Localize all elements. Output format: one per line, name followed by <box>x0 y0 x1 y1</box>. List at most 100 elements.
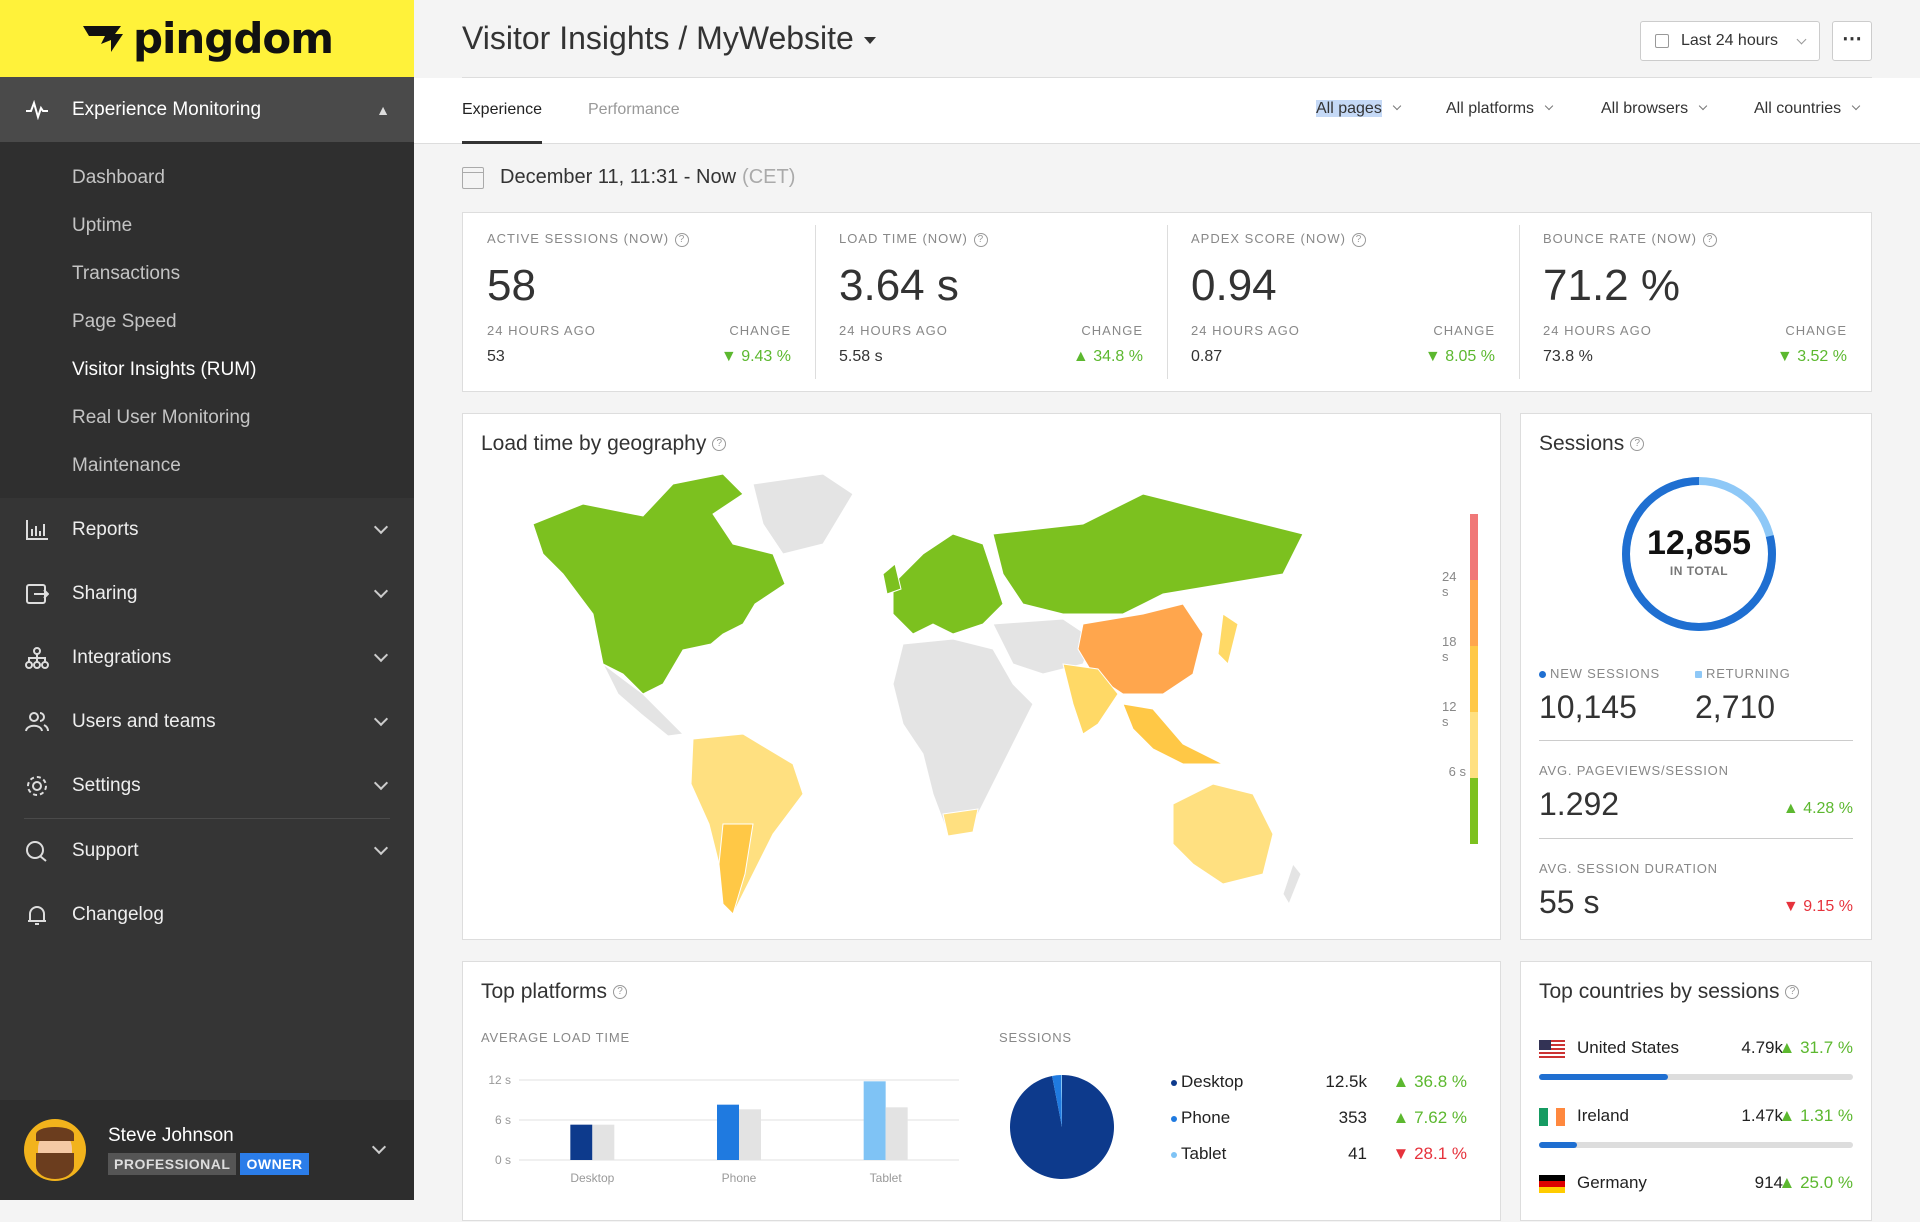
x-tick-label: Tablet <box>870 1171 903 1185</box>
germany-flag-icon <box>1539 1175 1565 1193</box>
sidebar-item-changelog[interactable]: Changelog <box>0 883 414 947</box>
legend-bar-medium <box>1470 646 1478 712</box>
plan-badge: PROFESSIONAL <box>108 1153 237 1175</box>
legend-bar-fast <box>1470 778 1478 844</box>
platform-name: Desktop <box>1181 1072 1244 1091</box>
kpi-label: BOUNCE RATE (NOW) <box>1543 231 1697 246</box>
pingdom-logo[interactable]: pingdom <box>0 0 414 77</box>
help-icon[interactable]: ? <box>613 985 628 1000</box>
kpi-prev-value: 0.87 <box>1191 348 1223 365</box>
help-icon[interactable]: ? <box>1351 232 1366 247</box>
country-share-bar <box>1539 1142 1853 1148</box>
divider <box>1539 740 1853 741</box>
sidebar-item-support[interactable]: Support <box>0 819 414 883</box>
filter-pages[interactable]: All pages <box>1316 100 1402 118</box>
bar-desktop-0 <box>570 1124 593 1160</box>
user-menu[interactable]: Steve Johnson PROFESSIONAL OWNER <box>0 1100 414 1200</box>
help-icon[interactable]: ? <box>675 232 690 247</box>
help-icon[interactable]: ? <box>712 437 727 452</box>
help-icon[interactable]: ? <box>1630 437 1645 452</box>
platform-row: Desktop 12.5k ▲ 36.8 % <box>1171 1072 1467 1108</box>
new-sessions-dot <box>1539 671 1546 679</box>
platform-change: ▲ 36.8 % <box>1392 1072 1467 1091</box>
tab-bar: Experience Performance All pages All pla… <box>414 78 1920 144</box>
more-options-button[interactable]: ⋯ <box>1832 21 1872 61</box>
sidebar-item-users-and-teams[interactable]: Users and teams <box>0 690 414 754</box>
map-greenland <box>752 473 854 555</box>
returning-label: RETURNING <box>1706 666 1791 681</box>
kpi-label: LOAD TIME (NOW) <box>839 231 968 246</box>
kpi-prev-label: 24 HOURS AGO <box>1543 323 1652 338</box>
main-content: Visitor Insights / MyWebsite Last 24 hou… <box>414 0 1920 1221</box>
map-australia <box>1172 783 1274 885</box>
filter-countries[interactable]: All countries <box>1754 100 1861 118</box>
world-map[interactable] <box>523 464 1303 924</box>
page-title[interactable]: Visitor Insights / MyWebsite <box>462 20 876 57</box>
gear-icon <box>24 773 50 799</box>
bar-phone-1 <box>739 1109 761 1160</box>
map-south-africa <box>942 808 979 837</box>
new-sessions-label: NEW SESSIONS <box>1550 666 1661 681</box>
y-tick-label: 6 s <box>495 1113 511 1127</box>
help-icon[interactable]: ? <box>1785 985 1800 1000</box>
subnav-page-speed[interactable]: Page Speed <box>0 298 414 346</box>
pageviews-label: AVG. PAGEVIEWS/SESSION <box>1539 763 1729 778</box>
country-name: United States <box>1577 1038 1680 1057</box>
sidebar-item-integrations[interactable]: Integrations <box>0 626 414 690</box>
kpi-label: APDEX SCORE (NOW) <box>1191 231 1346 246</box>
chart-icon <box>24 517 50 543</box>
filter-pages-label: All pages <box>1316 100 1382 117</box>
chevron-down-icon <box>373 840 389 856</box>
filter-platforms[interactable]: All platforms <box>1446 100 1554 118</box>
legend-tick: 12 s <box>1442 699 1457 729</box>
map-ireland-uk <box>882 563 902 595</box>
duration-label: AVG. SESSION DURATION <box>1539 861 1718 876</box>
filter-browsers[interactable]: All browsers <box>1601 100 1708 118</box>
country-share-bar <box>1539 1074 1853 1080</box>
filter-countries-label: All countries <box>1754 100 1842 117</box>
platform-name: Tablet <box>1181 1144 1227 1163</box>
kpi-label: ACTIVE SESSIONS (NOW) <box>487 231 670 246</box>
sidebar-item-sharing[interactable]: Sharing <box>0 562 414 626</box>
sidebar-item-settings[interactable]: Settings <box>0 754 414 818</box>
tab-experience[interactable]: Experience <box>462 78 543 144</box>
kpi-prev-value: 5.58 s <box>839 348 883 365</box>
brand-name: pingdom <box>132 14 334 63</box>
country-row-germany[interactable]: Germany 914 ▲ 25.0 % <box>1539 1167 1853 1217</box>
sidebar-item-reports[interactable]: Reports <box>0 498 414 562</box>
kpi-value: 3.64 s <box>839 260 959 310</box>
bar-desktop-1 <box>592 1124 615 1160</box>
pulse-icon <box>24 97 50 123</box>
country-row-ireland[interactable]: Ireland 1.47k ▲ 1.31 % <box>1539 1100 1853 1150</box>
map-southeast-asia <box>1122 703 1224 765</box>
country-change: ▲ 1.31 % <box>1778 1106 1853 1125</box>
chevron-down-icon <box>373 775 389 791</box>
subnav-dashboard[interactable]: Dashboard <box>0 154 414 202</box>
kpi-sub-labels: 24 HOURS AGO CHANGE <box>1191 323 1495 338</box>
kpi-label-row: LOAD TIME (NOW)? <box>839 231 1143 247</box>
subnav-real-user-monitoring[interactable]: Real User Monitoring <box>0 394 414 442</box>
subnav-visitor-insights[interactable]: Visitor Insights (RUM) <box>0 346 414 394</box>
legend-tick: 6 s <box>1448 764 1466 779</box>
help-icon[interactable]: ? <box>1702 232 1717 247</box>
sessions-label: SESSIONS <box>999 1030 1072 1045</box>
country-row-united-states[interactable]: United States 4.79k ▲ 31.7 % <box>1539 1032 1853 1082</box>
platforms-title-text: Top platforms <box>481 980 608 1003</box>
tab-performance[interactable]: Performance <box>588 78 680 144</box>
kpi-change-label: CHANGE <box>1433 323 1495 338</box>
kpi-label-row: ACTIVE SESSIONS (NOW)? <box>487 231 791 247</box>
sessions-title-text: Sessions <box>1539 432 1625 455</box>
platform-change: ▲ 7.62 % <box>1392 1108 1467 1127</box>
timezone-text: (CET) <box>742 166 796 188</box>
map-europe <box>892 533 1004 635</box>
map-japan <box>1217 613 1239 665</box>
subnav-maintenance[interactable]: Maintenance <box>0 442 414 490</box>
subnav-transactions[interactable]: Transactions <box>0 250 414 298</box>
help-icon[interactable]: ? <box>973 232 988 247</box>
users-icon <box>24 709 50 735</box>
experience-monitoring-header[interactable]: Experience Monitoring ▲ <box>0 77 414 142</box>
subnav-uptime[interactable]: Uptime <box>0 202 414 250</box>
kpi-change-label: CHANGE <box>1785 323 1847 338</box>
sessions-pie-chart <box>1010 1075 1114 1179</box>
time-range-select[interactable]: Last 24 hours <box>1640 21 1820 61</box>
